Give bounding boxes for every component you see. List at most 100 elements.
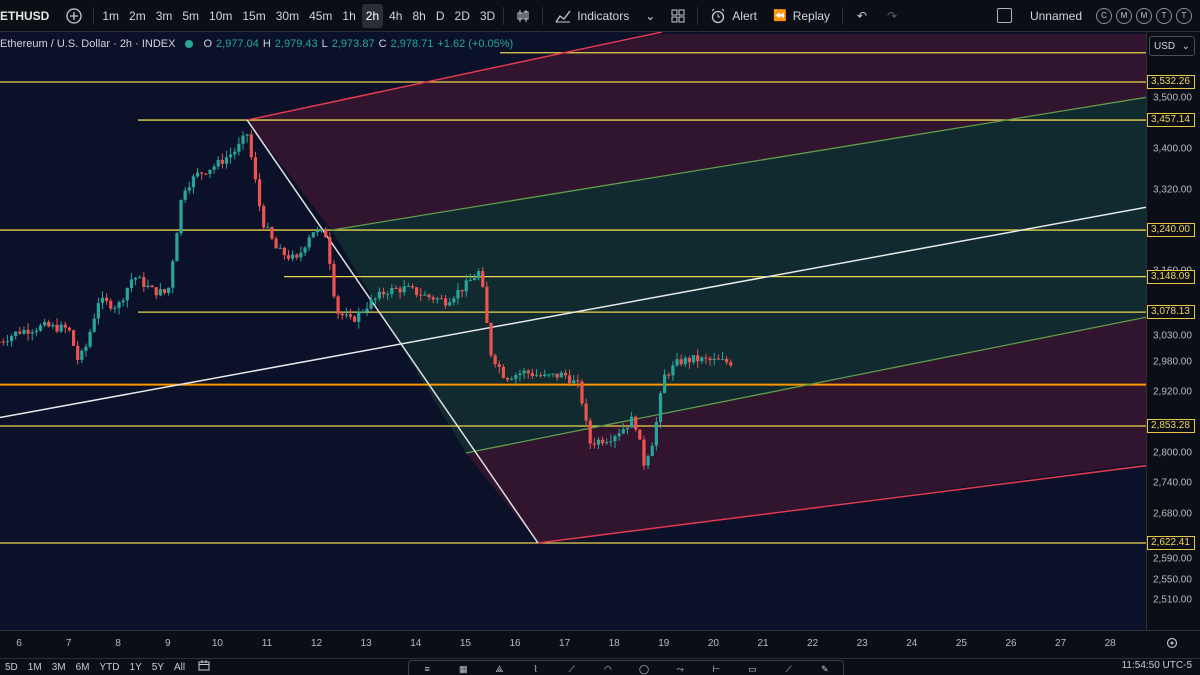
timeframe-10m-button[interactable]: 10m <box>205 4 236 28</box>
candle-body <box>208 169 212 174</box>
measure-icon[interactable]: ⊢ <box>710 664 722 674</box>
range-3m-button[interactable]: 3M <box>47 662 71 673</box>
indicators-button[interactable]: Indicators ⌄ <box>547 0 663 32</box>
price-level-tag[interactable]: 3,148.09 <box>1147 269 1195 284</box>
candle-body <box>220 159 224 164</box>
candle-body <box>497 364 501 367</box>
range-5y-button[interactable]: 5Y <box>147 662 169 673</box>
timeframe-5m-button[interactable]: 5m <box>178 4 203 28</box>
layout-name[interactable]: Unnamed <box>1030 9 1082 23</box>
legend-close: 2,978.71 <box>390 38 434 50</box>
compare-add-icon[interactable] <box>59 0 89 32</box>
quick-button-1[interactable]: M <box>1116 7 1132 24</box>
price-level-tag[interactable]: 3,078.13 <box>1147 305 1195 320</box>
candle-body <box>377 291 382 299</box>
legend-high: 2,979.43 <box>274 38 318 50</box>
timeframe-1m-button[interactable]: 1m <box>98 4 123 28</box>
candle-body <box>51 324 55 327</box>
timeframe-1h-button[interactable]: 1h <box>338 4 359 28</box>
price-level-tag[interactable]: 2,853.28 <box>1147 419 1195 434</box>
candle-body <box>336 296 340 314</box>
candle-body <box>167 287 171 293</box>
timeframe-30m-button[interactable]: 30m <box>272 4 303 28</box>
timeframe-8h-button[interactable]: 8h <box>408 4 429 28</box>
candle-body <box>667 374 671 376</box>
divider <box>842 6 844 25</box>
candle-body <box>402 286 406 293</box>
candle-body <box>646 456 650 466</box>
symbol-search-button[interactable]: ETHUSD <box>0 9 59 23</box>
candle-body <box>105 297 109 301</box>
timeframe-2m-button[interactable]: 2m <box>125 4 150 28</box>
timeframe-45m-button[interactable]: 45m <box>305 4 336 28</box>
range-1m-button[interactable]: 1M <box>23 662 47 673</box>
pattern-icon[interactable]: ⟁ <box>493 664 505 674</box>
settings-gear-icon[interactable] <box>1166 636 1178 654</box>
price-level-tag[interactable]: 2,622.41 <box>1147 536 1195 550</box>
quick-button-0[interactable]: C <box>1096 7 1112 24</box>
timeframe-3m-button[interactable]: 3m <box>152 4 177 28</box>
range-5d-button[interactable]: 5D <box>0 662 23 673</box>
candle-body <box>373 298 377 300</box>
trendline-icon[interactable]: ⟋ <box>566 664 578 674</box>
legend-h-label: H <box>262 38 271 50</box>
price-level-tag[interactable]: 3,457.14 <box>1147 113 1195 128</box>
quick-button-3[interactable]: T <box>1156 7 1172 24</box>
gann-box-icon[interactable]: ▦ <box>457 664 469 674</box>
candle-body <box>162 289 167 293</box>
currency-selector[interactable]: USD ⌄ <box>1149 36 1195 56</box>
undo-icon[interactable]: ↶ <box>847 0 877 32</box>
price-chart[interactable] <box>0 32 1146 630</box>
arc-icon[interactable]: ◠ <box>602 664 614 674</box>
layout-checkbox[interactable] <box>996 8 1012 23</box>
quick-button-4[interactable]: T <box>1176 7 1192 24</box>
ruler-icon[interactable]: ▭ <box>746 664 758 674</box>
candle-body <box>71 330 76 346</box>
timeframe-3d-button[interactable]: 3D <box>476 4 499 28</box>
candle-body <box>67 327 72 331</box>
range-6m-button[interactable]: 6M <box>71 662 95 673</box>
timeframe-4h-button[interactable]: 4h <box>385 4 406 28</box>
candle-body <box>332 263 336 297</box>
alert-button[interactable]: Alert <box>702 0 765 32</box>
candle-body <box>59 324 63 332</box>
price-level-tag[interactable]: 3,532.26 <box>1147 75 1195 89</box>
candle-body <box>625 427 630 430</box>
utc-clock[interactable]: 11:54:50 UTC-5 <box>1122 660 1192 671</box>
candle-body <box>307 237 311 248</box>
redo-icon[interactable]: ↷ <box>877 0 907 32</box>
range-1y-button[interactable]: 1Y <box>125 662 147 673</box>
time-tick: 10 <box>211 638 223 649</box>
calendar-icon[interactable] <box>198 660 210 674</box>
fib-retracement-icon[interactable]: ≡ <box>421 664 433 674</box>
layouts-grid-icon[interactable] <box>663 0 693 32</box>
pencil-icon[interactable]: ✎ <box>819 664 831 674</box>
timeframe-d-button[interactable]: D <box>432 4 449 28</box>
path-icon[interactable]: ⌇ <box>530 664 542 674</box>
candle-body <box>431 297 435 300</box>
price-level-tag[interactable]: 3,240.00 <box>1147 223 1195 238</box>
candle-body <box>427 294 431 298</box>
chart-type-candles-icon[interactable] <box>508 0 538 32</box>
forecast-icon[interactable]: ⤳ <box>674 664 686 674</box>
range-ytd-button[interactable]: YTD <box>95 662 125 673</box>
timeframe-2h-button[interactable]: 2h <box>361 3 384 28</box>
candle-body <box>1 341 5 343</box>
time-axis[interactable] <box>0 630 1200 658</box>
replay-button[interactable]: ⏪ Replay <box>765 0 838 32</box>
range-all-button[interactable]: All <box>169 662 190 673</box>
candle-body <box>303 247 307 253</box>
candle-body <box>588 420 592 444</box>
candle-body <box>179 199 183 234</box>
timeframe-2d-button[interactable]: 2D <box>451 4 474 28</box>
ellipse-icon[interactable]: ◯ <box>638 664 650 674</box>
timeframe-15m-button[interactable]: 15m <box>238 4 269 28</box>
brush-icon[interactable]: ⟋ <box>783 664 795 674</box>
quick-button-2[interactable]: M <box>1136 7 1152 24</box>
candle-body <box>510 378 514 380</box>
candle-body <box>237 143 241 152</box>
candle-body <box>398 288 402 293</box>
candle-body <box>18 331 22 334</box>
price-tick: 2,550.00 <box>1153 574 1192 586</box>
candle-body <box>84 346 88 351</box>
